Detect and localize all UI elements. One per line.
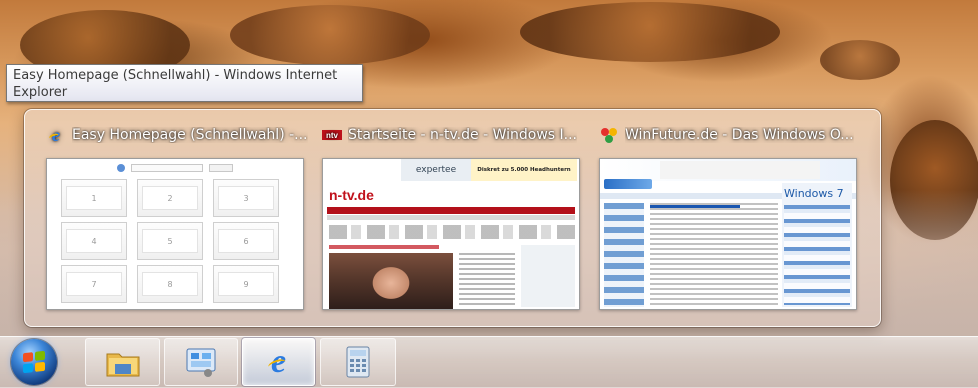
wallpaper-rock — [820, 40, 900, 80]
thumbnail-preview: expertee Diskret zu 5.000 Headhuntern n-… — [322, 158, 580, 310]
site-logo — [604, 179, 652, 189]
taskbar-calculator-button[interactable] — [320, 338, 396, 386]
speed-dial-grid: 1 2 3 4 5 6 7 8 9 — [61, 179, 279, 303]
thumbnail-title-text: Startseite - n-tv.de - Windows I... — [348, 127, 577, 143]
taskbar-control-panel-button[interactable] — [164, 338, 238, 386]
search-box — [131, 164, 203, 172]
start-button[interactable] — [11, 339, 57, 385]
speed-dial-tile: 2 — [137, 179, 203, 217]
windows-orb-icon — [23, 350, 45, 374]
speed-dial-tile: 8 — [137, 265, 203, 303]
ie-icon: e — [270, 343, 287, 380]
speed-dial-tile: 9 — [213, 265, 279, 303]
globe-icon — [117, 164, 125, 172]
taskbar-explorer-button[interactable] — [85, 338, 160, 386]
site-subnav — [327, 215, 575, 220]
news-text — [650, 203, 778, 307]
ad-text: Diskret zu 5.000 Headhuntern — [471, 159, 577, 181]
sidebar-menu — [604, 203, 644, 307]
ad-brand: expertee — [401, 159, 471, 181]
sidebar — [521, 245, 575, 307]
speed-dial-tile: 3 — [213, 179, 279, 217]
thumbnail-preview: Windows 7 — [599, 158, 857, 310]
thumbnail-title-text: Easy Homepage (Schnellwahl) -... — [72, 127, 308, 143]
window-tooltip: Easy Homepage (Schnellwahl) - Windows In… — [6, 64, 363, 102]
thumbnail-preview: 1 2 3 4 5 6 7 8 9 — [46, 158, 304, 310]
ad-banner — [660, 161, 820, 179]
speed-dial-tile: 7 — [61, 265, 127, 303]
headline — [650, 205, 740, 208]
ad-column — [784, 205, 850, 305]
stock-ticker — [329, 225, 575, 239]
ie-icon: e — [52, 124, 60, 145]
headline — [329, 245, 439, 249]
control-panel-icon — [186, 348, 216, 377]
taskbar-internet-explorer-button[interactable]: e — [242, 338, 315, 386]
site-logo: n-tv.de — [329, 187, 374, 203]
speed-dial-tile: 4 — [61, 222, 127, 260]
speed-dial-tile: 1 — [61, 179, 127, 217]
news-text — [459, 253, 515, 307]
thumbnail-winfuture[interactable]: WinFuture.de - Das Windows O... Windows … — [599, 124, 865, 314]
promo-text: Windows 7 — [784, 187, 844, 200]
news-photo — [329, 253, 453, 309]
thumbnail-n-tv[interactable]: ntv Startseite - n-tv.de - Windows I... … — [322, 124, 588, 314]
folder-icon — [106, 353, 139, 377]
thumbnail-title: WinFuture.de - Das Windows O... — [599, 124, 861, 146]
thumbnail-title-text: WinFuture.de - Das Windows O... — [625, 127, 854, 143]
ntv-icon: ntv — [322, 126, 342, 144]
svg-text:ntv: ntv — [326, 131, 339, 140]
speed-dial-tile: 6 — [213, 222, 279, 260]
site-nav — [327, 207, 575, 214]
thumbnail-easy-homepage[interactable]: e Easy Homepage (Schnellwahl) -... 1 2 3… — [46, 124, 312, 314]
search-button — [209, 164, 233, 172]
thumbnail-title: ntv Startseite - n-tv.de - Windows I... — [322, 124, 584, 146]
speed-dial-tile: 5 — [137, 222, 203, 260]
wallpaper-rock — [230, 5, 430, 65]
wallpaper-rock — [520, 2, 780, 62]
taskbar-thumbnail-panel: e Easy Homepage (Schnellwahl) -... 1 2 3… — [24, 109, 881, 327]
calculator-icon — [346, 346, 370, 378]
ad-banner: expertee Diskret zu 5.000 Headhuntern — [401, 159, 577, 181]
speed-dial-header — [47, 159, 303, 177]
winfuture-icon — [599, 126, 619, 144]
thumbnail-title: e Easy Homepage (Schnellwahl) -... — [46, 124, 308, 146]
